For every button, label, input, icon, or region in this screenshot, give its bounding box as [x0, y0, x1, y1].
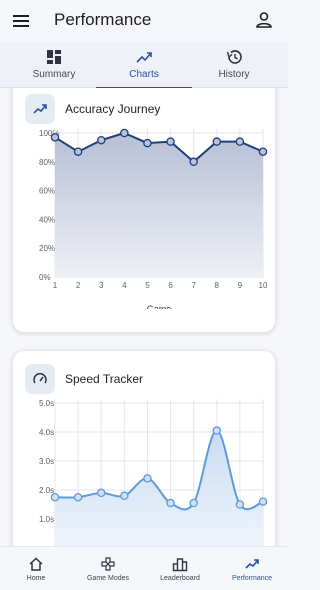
trending-up-icon — [245, 559, 259, 569]
speed-chart: 1.0s 2.0s 3.0s 4.0s 5.0s — [39, 399, 268, 546]
nav-label: Leaderboard — [160, 575, 200, 582]
data-point — [120, 491, 129, 501]
y-tick-label: 1.0s — [39, 515, 54, 524]
nav-home[interactable]: Home — [0, 547, 72, 590]
data-point — [258, 147, 268, 156]
nav-label: Game Modes — [86, 575, 130, 582]
tab-label: History — [218, 69, 250, 80]
nav-label: Performance — [231, 575, 273, 582]
data-point — [143, 138, 152, 148]
x-tick-label: 1 — [53, 281, 58, 290]
data-point — [212, 426, 222, 435]
tab-charts[interactable]: Charts — [96, 42, 192, 89]
speedometer-icon — [33, 373, 47, 384]
data-point — [212, 137, 222, 146]
data-point — [189, 157, 198, 167]
accuracy-chart: 0%20%40%60%80%100%1 2 3 4 5 6 7 8 9 10Game — [39, 128, 268, 309]
y-tick-label: 40% — [39, 215, 55, 224]
dashboard-icon — [47, 50, 61, 64]
page-title: Performance — [54, 10, 152, 29]
series-area — [55, 133, 263, 277]
app-bar: Performance — [0, 0, 288, 42]
nav-performance[interactable]: Performance — [216, 547, 288, 590]
data-point — [96, 135, 106, 145]
tab-bar: Summary Charts History — [0, 42, 288, 89]
data-point — [50, 133, 60, 142]
tab-label: Charts — [129, 69, 159, 80]
data-point — [96, 488, 106, 498]
home-icon — [29, 557, 43, 571]
data-point — [120, 128, 129, 138]
card-title: Speed Tracker — [65, 372, 144, 386]
y-tick-label: 0% — [39, 273, 51, 282]
trending-up-icon — [136, 52, 152, 63]
data-point — [235, 500, 245, 509]
accuracy-card: Accuracy Journey 0% 20% 40% 60% 80% 100% 1 2 3 4 5… — [12, 88, 276, 333]
data-point — [235, 137, 245, 146]
profile-icon[interactable] — [254, 10, 274, 30]
game-controller-icon — [101, 557, 115, 571]
x-tick-label: 8 — [215, 281, 220, 290]
y-tick-label: 20% — [39, 244, 55, 253]
y-tick-label: 4.0s — [39, 428, 54, 437]
card-title: Accuracy Journey — [65, 102, 161, 116]
y-tick-label: 80% — [39, 158, 55, 167]
y-tick-label: 5.0s — [39, 399, 54, 408]
tab-summary[interactable]: Summary — [6, 42, 102, 88]
x-tick-label: 10 — [259, 281, 268, 290]
x-tick-label: 9 — [238, 281, 243, 290]
menu-icon[interactable] — [11, 11, 31, 31]
tab-history[interactable]: History — [186, 42, 282, 88]
data-point — [50, 493, 60, 502]
x-tick-label: 6 — [168, 281, 173, 290]
x-tick-label: 5 — [145, 281, 150, 290]
data-point — [166, 498, 175, 508]
data-point — [73, 493, 83, 502]
x-tick-label: 2 — [76, 281, 81, 290]
data-point — [258, 497, 268, 506]
data-point — [73, 147, 83, 156]
bottom-nav: Home Game Modes Leaderboard Performance — [0, 546, 288, 590]
nav-game-modes[interactable]: Game Modes — [72, 547, 144, 590]
y-tick-label: 3.0s — [39, 457, 54, 466]
history-icon — [226, 50, 242, 64]
data-point — [143, 474, 152, 483]
trending-up-icon — [33, 104, 47, 114]
speed-card: Speed Tracker 1.0s 2.0s 3.0s 4.0s 5.0s — [12, 350, 276, 546]
nav-leaderboard[interactable]: Leaderboard — [144, 547, 216, 590]
content-scroll[interactable]: Accuracy Journey 0% 20% 40% 60% 80% 100% 1 2 3 4 5… — [0, 88, 288, 546]
tab-label: Summary — [32, 69, 76, 80]
data-point — [189, 498, 198, 508]
y-tick-label: 2.0s — [39, 486, 54, 495]
leaderboard-icon — [172, 558, 188, 572]
card-icon-container — [25, 364, 55, 394]
x-tick-label: 7 — [191, 281, 196, 290]
data-point — [166, 137, 175, 146]
y-tick-label: 60% — [39, 187, 55, 196]
x-tick-label: 4 — [122, 281, 127, 290]
nav-label: Home — [26, 575, 46, 582]
x-tick-label: 3 — [99, 281, 104, 290]
x-axis-label: Game — [147, 304, 172, 309]
